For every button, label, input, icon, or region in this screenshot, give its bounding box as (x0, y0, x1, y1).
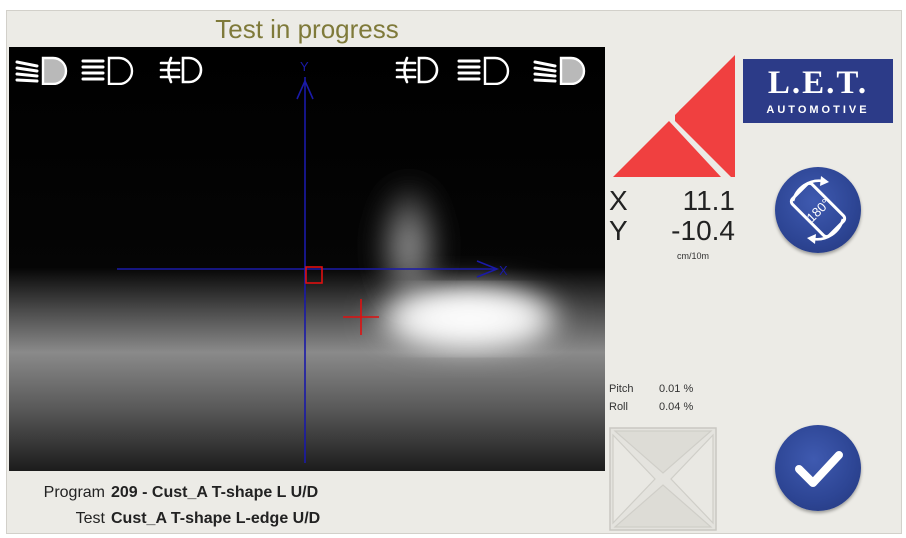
high-beam-icon (81, 55, 141, 85)
pitch-value: 0.01 % (659, 383, 694, 395)
level-indicator (609, 427, 717, 531)
x-readout: X 11.1 (609, 185, 735, 217)
test-label: Test (75, 510, 105, 527)
let-automotive-logo: L.E.T. AUTOMOTIVE (743, 59, 893, 123)
x-readout-value: 11.1 (682, 185, 735, 216)
page-title: Test in progress (215, 14, 399, 44)
low-beam-icon (15, 55, 75, 85)
confirm-button[interactable] (775, 425, 861, 511)
pitch-label: Pitch (609, 383, 634, 395)
test-screen: Test in progress Y X Program 209 - Cust_… (6, 10, 902, 534)
logo-subtitle: AUTOMOTIVE (766, 104, 870, 116)
high-beam-icon (457, 55, 517, 85)
y-readout-value: -10.4 (671, 215, 735, 246)
fog-light-icon (395, 55, 443, 85)
program-row: Program 209 - Cust_A T-shape L U/D (7, 484, 319, 502)
y-readout-label: Y (609, 215, 628, 246)
direction-arrow-icon (613, 55, 735, 177)
camera-view: Y X (9, 47, 605, 471)
checkmark-icon (795, 451, 843, 487)
roll-label: Roll (609, 401, 628, 413)
program-value: 209 - Cust_A T-shape L U/D (111, 484, 319, 501)
roll-value: 0.04 % (659, 401, 694, 413)
test-row: Test Cust_A T-shape L-edge U/D (7, 510, 321, 528)
y-readout: Y -10.4 (609, 215, 735, 247)
beam-image: Y X (9, 47, 605, 471)
program-label: Program (43, 484, 105, 501)
rotate-180-icon: 180° (789, 176, 847, 244)
test-value: Cust_A T-shape L-edge U/D (111, 510, 321, 527)
low-beam-icon (533, 55, 593, 85)
y-axis-label: Y (300, 59, 309, 74)
fog-light-icon (159, 55, 207, 85)
program-info: Program 209 - Cust_A T-shape L U/D Test Cu… (7, 481, 607, 533)
pitch-row: Pitch 0.01 % (609, 383, 693, 395)
readout-unit: cm/10m (677, 251, 710, 261)
x-readout-label: X (609, 185, 628, 216)
x-axis-label: X (499, 263, 508, 278)
rotate-180-button[interactable]: 180° (775, 167, 861, 253)
roll-row: Roll 0.04 % (609, 401, 693, 413)
logo-title: L.E.T. (767, 65, 869, 101)
